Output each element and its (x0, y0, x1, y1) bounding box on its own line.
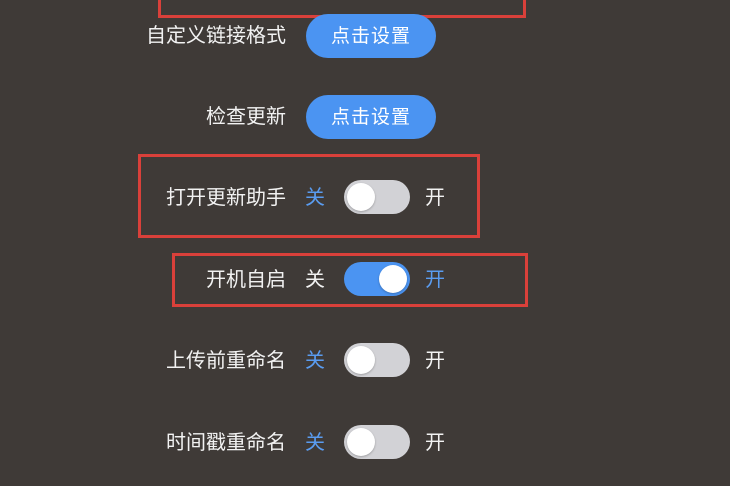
setting-label-check-update: 检查更新 (206, 104, 286, 128)
setting-label-update-assistant: 打开更新助手 (166, 185, 286, 209)
setting-label-custom-link-format: 自定义链接格式 (146, 23, 286, 47)
autostart-on-label: 开 (425, 267, 445, 291)
update-assistant-off-label: 关 (305, 185, 325, 209)
toggle-knob (347, 428, 375, 456)
rename-before-upload-on-label: 开 (425, 348, 445, 372)
setting-label-autostart: 开机自启 (206, 267, 286, 291)
rename-before-upload-toggle[interactable] (344, 343, 410, 377)
toggle-knob (379, 265, 407, 293)
rename-before-upload-off-label: 关 (305, 348, 325, 372)
check-update-button[interactable]: 点击设置 (306, 95, 436, 139)
timestamp-rename-off-label: 关 (305, 430, 325, 454)
toggle-knob (347, 346, 375, 374)
update-assistant-toggle[interactable] (344, 180, 410, 214)
autostart-toggle[interactable] (344, 262, 410, 296)
autostart-off-label: 关 (305, 267, 325, 291)
timestamp-rename-on-label: 开 (425, 430, 445, 454)
toggle-knob (347, 183, 375, 211)
custom-link-format-button[interactable]: 点击设置 (306, 14, 436, 58)
update-assistant-on-label: 开 (425, 185, 445, 209)
setting-label-rename-before-upload: 上传前重命名 (166, 348, 286, 372)
timestamp-rename-toggle[interactable] (344, 425, 410, 459)
setting-label-timestamp-rename: 时间戳重命名 (166, 430, 286, 454)
